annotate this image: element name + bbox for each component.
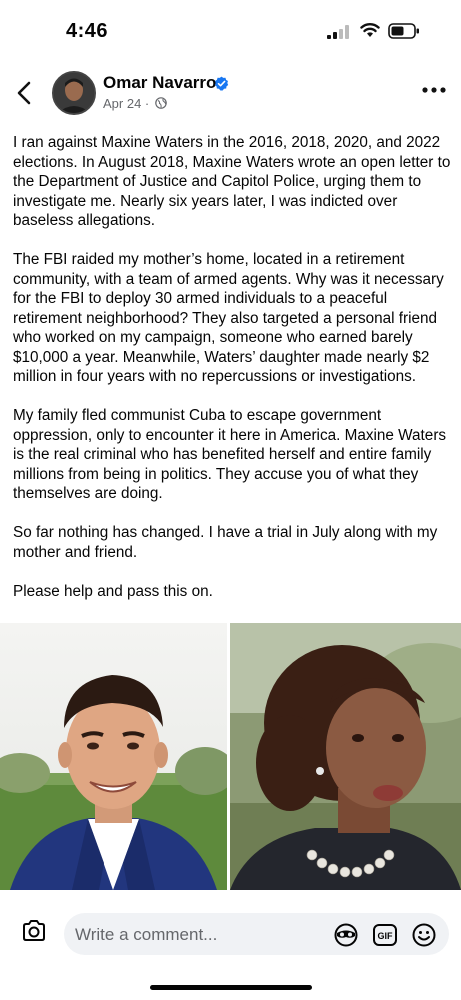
post-body: I ran against Maxine Waters in the 2016,… [13, 133, 453, 621]
comment-placeholder[interactable]: Write a comment... [75, 925, 217, 945]
reaction-strip [0, 890, 461, 908]
wifi-icon [360, 23, 380, 37]
post-photo-left[interactable] [0, 623, 227, 890]
avatar-portrait-icon [54, 73, 94, 113]
avatar-sticker-icon[interactable] [333, 922, 359, 948]
more-options-icon[interactable] [420, 80, 448, 100]
man-portrait-image [0, 623, 227, 890]
status-bar: 4:46 [0, 0, 461, 60]
post-photo-right[interactable] [230, 623, 461, 890]
post-paragraph: I ran against Maxine Waters in the 2016,… [13, 134, 451, 229]
home-indicator[interactable] [150, 985, 312, 990]
battery-icon [388, 23, 419, 39]
post-paragraph: My family fled communist Cuba to escape … [13, 407, 447, 502]
globe-icon [155, 97, 167, 109]
woman-portrait-image [230, 623, 461, 890]
post-photos [0, 623, 461, 890]
camera-icon[interactable] [21, 919, 47, 943]
post-date[interactable]: Apr 24 [103, 96, 141, 111]
author-avatar[interactable] [52, 71, 96, 115]
svg-text:GIF: GIF [378, 931, 394, 941]
gif-icon[interactable]: GIF [372, 922, 398, 948]
verified-badge-icon [214, 76, 229, 91]
post-paragraph: Please help and pass this on. [13, 582, 213, 600]
meta-separator: · [141, 96, 153, 111]
post-paragraph: The FBI raided my mother’s home, located… [13, 251, 444, 385]
status-time: 4:46 [66, 20, 109, 42]
back-chevron-icon[interactable] [14, 80, 34, 106]
smiley-icon[interactable] [411, 922, 437, 948]
cellular-signal-icon [327, 25, 349, 39]
post-meta: Apr 24 · [103, 96, 167, 111]
author-name[interactable]: Omar Navarro [103, 73, 216, 93]
post-paragraph: So far nothing has changed. I have a tri… [13, 524, 438, 561]
